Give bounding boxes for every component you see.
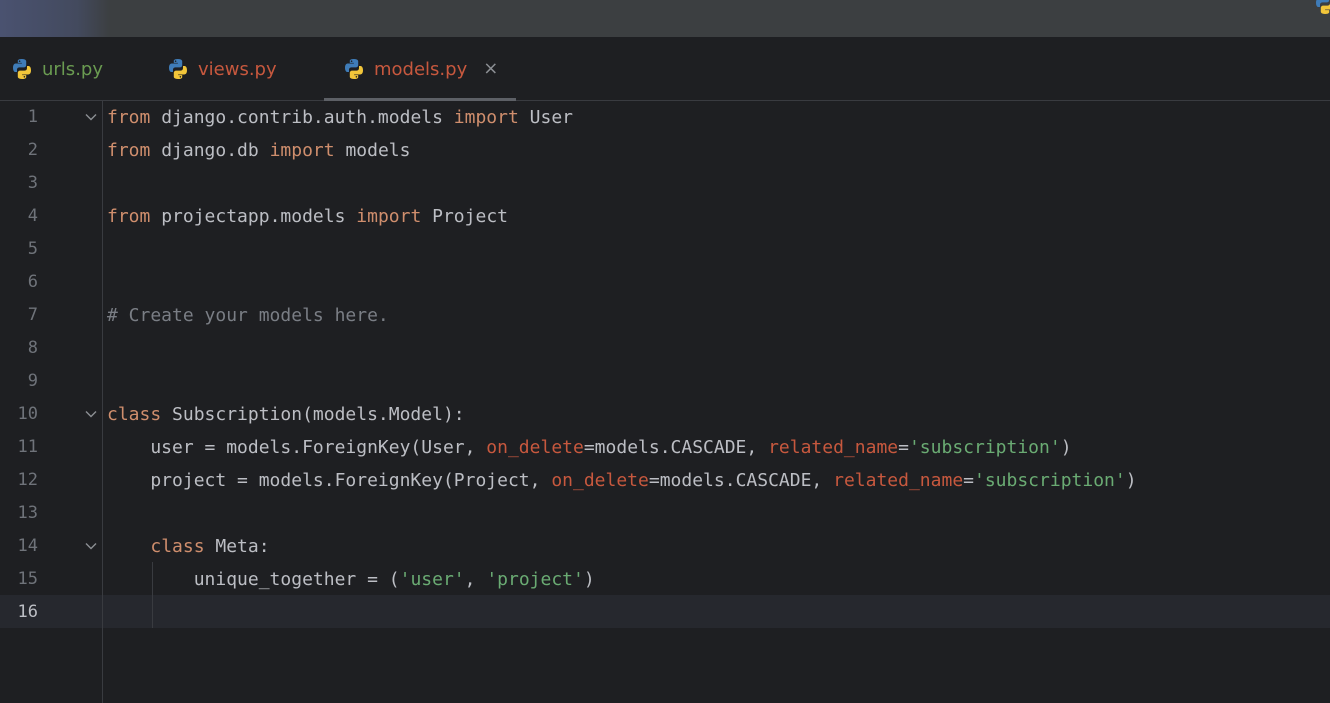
code-text: unique_together = ('user', 'project') bbox=[107, 569, 595, 590]
line-number: 6 bbox=[27, 272, 38, 292]
line-number: 9 bbox=[27, 371, 38, 391]
line-number: 4 bbox=[27, 206, 38, 226]
editor-tab-bar: urls.py views.py models.py × bbox=[0, 37, 1330, 101]
code-line[interactable]: 4 from projectapp.models import Project bbox=[0, 200, 1330, 233]
code-text: class Meta: bbox=[150, 536, 270, 557]
code-line[interactable]: 9 bbox=[0, 365, 1330, 398]
code-text: from django.contrib.auth.models import U… bbox=[107, 107, 574, 128]
line-number: 13 bbox=[17, 503, 38, 523]
code-text: class Subscription(models.Model): bbox=[107, 404, 465, 425]
code-line[interactable]: 3 bbox=[0, 167, 1330, 200]
code-text: from projectapp.models import Project bbox=[107, 206, 508, 227]
tab-models-py[interactable]: models.py × bbox=[324, 37, 516, 101]
code-line[interactable]: 1 from django.contrib.auth.models import … bbox=[0, 101, 1330, 134]
code-line[interactable]: 15 unique_together = ('user', 'project') bbox=[0, 563, 1330, 596]
tab-views-py[interactable]: views.py bbox=[167, 37, 277, 101]
line-number: 16 bbox=[17, 602, 38, 622]
code-text: user = models.ForeignKey(User, on_delete… bbox=[107, 437, 1072, 458]
code-text: from django.db import models bbox=[107, 140, 411, 161]
line-number: 14 bbox=[17, 536, 38, 556]
code-editor[interactable]: 1 from django.contrib.auth.models import … bbox=[0, 101, 1330, 703]
line-number: 1 bbox=[27, 107, 38, 127]
line-number: 5 bbox=[27, 239, 38, 259]
code-line[interactable]: 8 bbox=[0, 332, 1330, 365]
tab-label: urls.py bbox=[42, 58, 103, 80]
tab-label: views.py bbox=[198, 58, 277, 80]
close-icon[interactable]: × bbox=[483, 60, 498, 78]
chevron-down-icon[interactable] bbox=[84, 398, 98, 431]
code-line[interactable]: 16 bbox=[0, 596, 1330, 629]
code-line[interactable]: 6 bbox=[0, 266, 1330, 299]
code-line[interactable]: 12 project = models.ForeignKey(Project, … bbox=[0, 464, 1330, 497]
code-line[interactable]: 14 class Meta: bbox=[0, 530, 1330, 563]
line-number: 10 bbox=[17, 404, 38, 424]
project-widget[interactable] bbox=[0, 0, 110, 37]
code-text: # Create your models here. bbox=[107, 305, 389, 326]
line-number: 11 bbox=[17, 437, 38, 457]
python-icon bbox=[1316, 0, 1330, 14]
code-line[interactable]: 10 class Subscription(models.Model): bbox=[0, 398, 1330, 431]
chevron-down-icon[interactable] bbox=[84, 101, 98, 134]
code-text: project = models.ForeignKey(Project, on_… bbox=[107, 470, 1137, 491]
python-icon bbox=[345, 59, 363, 79]
python-icon bbox=[13, 59, 31, 79]
line-number: 15 bbox=[17, 569, 38, 589]
line-number: 2 bbox=[27, 140, 38, 160]
code-line[interactable]: 13 bbox=[0, 497, 1330, 530]
line-number: 8 bbox=[27, 338, 38, 358]
title-bar bbox=[0, 0, 1330, 37]
line-number: 3 bbox=[27, 173, 38, 193]
code-line[interactable]: 7 # Create your models here. bbox=[0, 299, 1330, 332]
code-line[interactable]: 2 from django.db import models bbox=[0, 134, 1330, 167]
tab-urls-py[interactable]: urls.py bbox=[11, 37, 103, 101]
code-line[interactable]: 11 user = models.ForeignKey(User, on_del… bbox=[0, 431, 1330, 464]
line-number: 7 bbox=[27, 305, 38, 325]
chevron-down-icon[interactable] bbox=[84, 530, 98, 563]
python-icon bbox=[169, 59, 187, 79]
line-number: 12 bbox=[17, 470, 38, 490]
code-line[interactable]: 5 bbox=[0, 233, 1330, 266]
tab-label: models.py bbox=[374, 58, 468, 80]
